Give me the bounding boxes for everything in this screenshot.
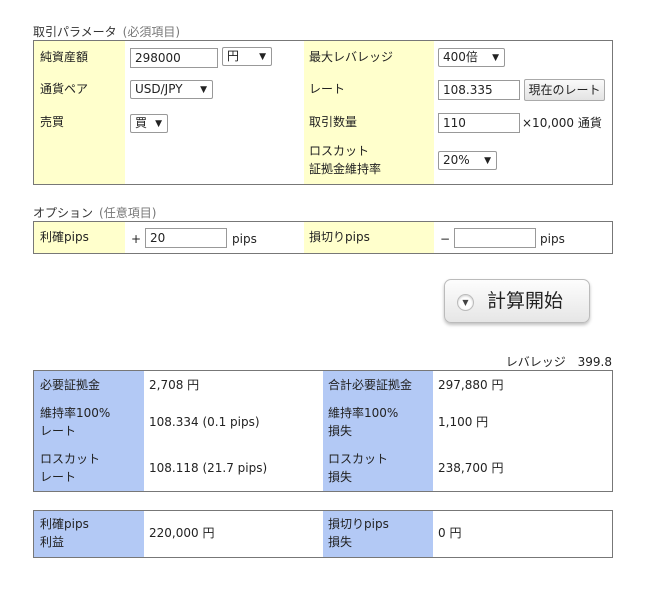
leverage-result-value: 399.8 [577,355,612,369]
losscut-loss-label-line2: 損失 [328,470,353,484]
quantity-label: 取引数量 [309,115,358,129]
rate-label: レート [309,82,346,96]
net-asset-input[interactable]: 298000 [130,48,218,68]
params-subtitle: (必須項目) [122,25,181,39]
currency-unit-select[interactable]: 円 ▼ [222,47,272,66]
trade-label: 売買 [40,115,65,129]
profit-result-label-line1: 利確pips [40,517,89,531]
loss-pips-label: 損切りpips [309,230,370,244]
net-asset-label: 純資産額 [40,50,89,64]
options-title: オプション [33,206,94,220]
rate-input[interactable]: 108.335 [438,80,520,100]
loss100-label-line1: 維持率100% [328,406,399,420]
rate100-label-line2: レート [40,424,77,438]
chevron-down-icon: ▼ [457,294,474,311]
profit-result-label-line2: 利益 [40,535,65,549]
losscut-loss-label-line1: ロスカット [328,452,389,466]
losscut-rate-label-line1: ロスカット [40,452,101,466]
losscut-select[interactable]: 20% ▼ [438,151,497,170]
loss100-value: 1,100 円 [438,415,489,429]
params-title: 取引パラメータ [33,25,117,39]
params-panel: 純資産額 298000 円 ▼ 最大レバレッジ 400倍 ▼ 通貨ペア USD/… [33,40,613,185]
quantity-input[interactable]: 110 [438,113,520,133]
params-section-title: 取引パラメータ (必須項目) [33,23,180,40]
leverage-result: レバレッジ 399.8 [506,353,612,370]
chevron-down-icon: ▼ [492,53,499,63]
required-margin-label: 必要証拠金 [40,378,101,392]
profit-result-value: 220,000 円 [149,526,215,540]
profit-pips-label: 利確pips [40,230,89,244]
options-panel: 利確pips + 20 pips 損切りpips − pips [33,221,613,254]
calculate-button[interactable]: ▼ 計算開始 [444,279,590,323]
profit-pips-input[interactable]: 20 [145,228,227,248]
rate100-value: 108.334 (0.1 pips) [149,415,260,429]
loss-pips-unit: pips [540,232,565,246]
chevron-down-icon: ▼ [259,52,266,62]
options-section-title: オプション (任意項目) [33,204,156,221]
losscut-rate-value: 108.118 (21.7 pips) [149,461,268,475]
losscut-label-line1: ロスカット [309,144,370,158]
losscut-loss-value: 238,700 円 [438,461,504,475]
pair-label: 通貨ペア [40,82,89,96]
loss-pips-input[interactable] [454,228,536,248]
loss-sign: − [440,232,451,246]
loss-result-label-line1: 損切りpips [328,517,389,531]
rate100-label-line1: 維持率100% [40,406,111,420]
pair-value: USD/JPY [135,82,183,96]
max-leverage-value: 400倍 [443,50,478,64]
options-subtitle: (任意項目) [99,206,157,220]
chevron-down-icon: ▼ [155,119,162,129]
currency-unit-value: 円 [227,49,240,63]
trade-value: 買 [135,116,148,130]
calculate-button-label: 計算開始 [487,290,564,312]
chevron-down-icon: ▼ [200,85,207,95]
required-margin-value: 2,708 円 [149,378,200,392]
losscut-value: 20% [443,153,470,167]
leverage-result-label: レバレッジ [505,355,566,369]
losscut-rate-label-line2: レート [40,470,77,484]
loss-result-label-line2: 損失 [328,535,353,549]
pair-select[interactable]: USD/JPY ▼ [130,80,213,99]
trade-select[interactable]: 買 ▼ [130,114,168,133]
current-rate-button[interactable]: 現在のレート [524,79,605,101]
pips-results-panel: 利確pips 利益 220,000 円 損切りpips 損失 0 円 [33,510,613,558]
losscut-label-line2: 証拠金維持率 [309,162,382,176]
total-margin-label: 合計必要証拠金 [328,378,413,392]
total-margin-value: 297,880 円 [438,378,504,392]
max-leverage-select[interactable]: 400倍 ▼ [438,48,505,67]
loss100-label-line2: 損失 [328,424,353,438]
results-panel: 必要証拠金 2,708 円 合計必要証拠金 297,880 円 維持率100% … [33,370,613,492]
max-leverage-label: 最大レバレッジ [309,50,394,64]
profit-pips-unit: pips [232,232,257,246]
loss-result-value: 0 円 [438,526,462,540]
profit-sign: + [131,232,142,246]
quantity-unit: ×10,000 通貨 [522,116,602,130]
chevron-down-icon: ▼ [484,156,491,166]
